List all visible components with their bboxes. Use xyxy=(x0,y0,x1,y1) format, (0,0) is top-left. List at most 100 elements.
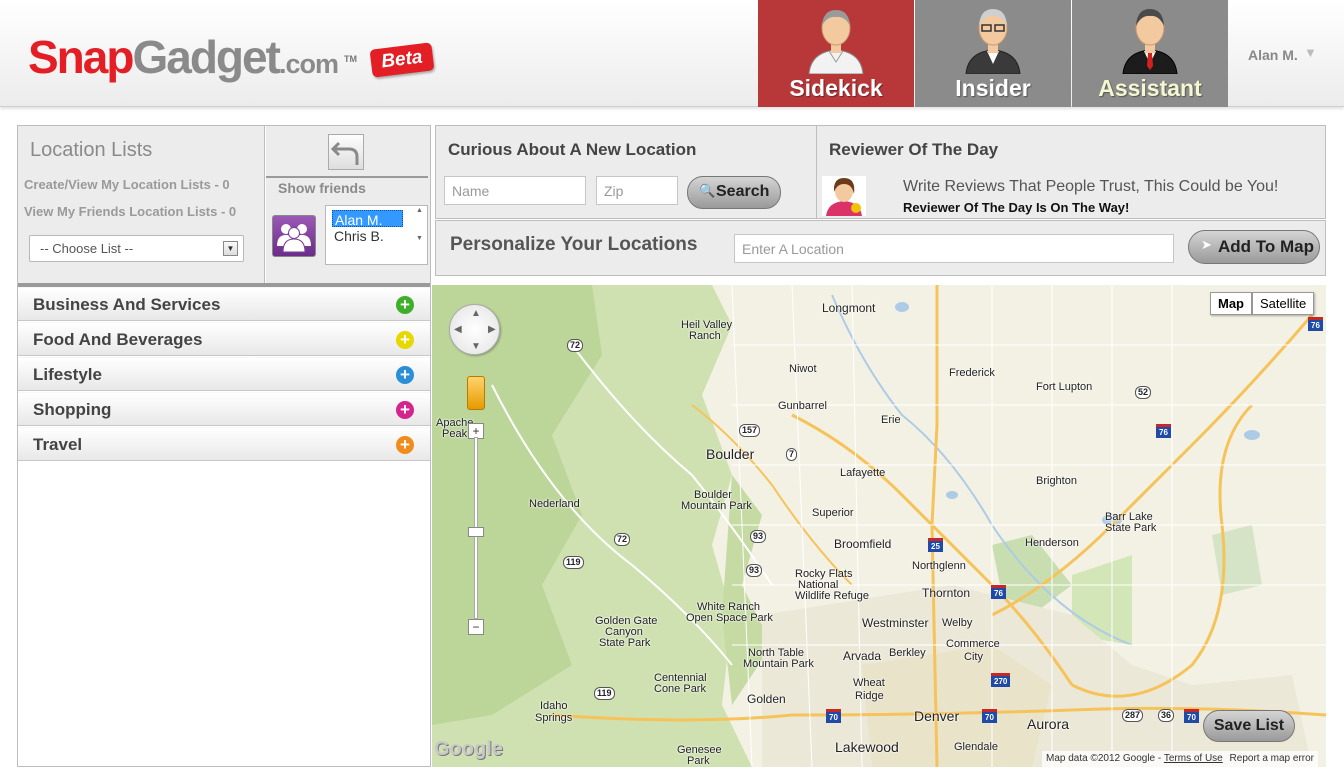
map-label: Commerce xyxy=(946,638,1000,650)
pan-up-icon[interactable]: ▲ xyxy=(471,308,481,319)
location-input[interactable]: Enter A Location xyxy=(734,234,1174,263)
map-label: Northglenn xyxy=(912,560,966,572)
map-label: Brighton xyxy=(1036,475,1077,487)
map-label: Denver xyxy=(914,708,960,724)
map-type-satellite-button[interactable]: Satellite xyxy=(1252,292,1315,315)
map-label: Mountain Park xyxy=(743,658,814,670)
map-label: Frederick xyxy=(949,367,995,379)
back-button[interactable] xyxy=(328,134,364,170)
highway-shield: 157 xyxy=(739,424,761,437)
map-label: Peak xyxy=(442,428,468,440)
plus-icon[interactable]: + xyxy=(396,366,414,384)
highway-shield: 119 xyxy=(594,687,615,700)
reviewer-subtext: Reviewer Of The Day Is On The Way! xyxy=(903,200,1130,215)
category-travel[interactable]: Travel + xyxy=(18,427,430,461)
highway-shield: 52 xyxy=(1135,386,1152,399)
add-to-map-label: Add To Map xyxy=(1218,237,1314,256)
map-label: Mountain Park xyxy=(681,500,752,512)
map-label: Lakewood xyxy=(835,739,899,755)
map-label: Ridge xyxy=(855,690,884,702)
map-label: Cone Park xyxy=(654,683,706,695)
map-label: Superior xyxy=(812,507,854,519)
map-view[interactable]: Longmont Heil Valley Ranch Niwot Frederi… xyxy=(432,285,1326,767)
tab-insider[interactable]: Insider xyxy=(915,0,1071,107)
plus-icon[interactable]: + xyxy=(396,401,414,419)
site-logo[interactable]: SnapGadget.com TM xyxy=(28,32,357,89)
name-input[interactable]: Name xyxy=(444,176,586,205)
map-label: Erie xyxy=(881,414,901,426)
zip-input[interactable]: Zip xyxy=(596,176,678,205)
plus-icon[interactable]: + xyxy=(396,331,414,349)
friends-group-icon[interactable] xyxy=(272,215,316,257)
category-business[interactable]: Business And Services + xyxy=(18,287,430,321)
map-label: Thornton xyxy=(922,586,971,600)
save-list-button[interactable]: Save List xyxy=(1203,710,1295,742)
terms-link[interactable]: Terms of Use xyxy=(1164,753,1223,764)
google-logo[interactable]: Google xyxy=(434,738,503,761)
search-icon: 🔍 xyxy=(699,183,716,198)
map-label: Wheat xyxy=(853,677,885,689)
search-button-label: Search xyxy=(716,183,770,200)
personalize-panel: Personalize Your Locations Enter A Locat… xyxy=(435,220,1326,276)
back-arrow-icon xyxy=(330,141,359,165)
tab-assistant-label: Assistant xyxy=(1098,75,1202,101)
reviewer-avatar xyxy=(822,176,866,216)
choose-list-value: -- Choose List -- xyxy=(40,241,134,256)
category-label: Food And Beverages xyxy=(33,330,203,349)
map-label: Lafayette xyxy=(840,467,886,479)
friend-item[interactable]: Alan M. xyxy=(332,210,403,228)
highway-shield: 119 xyxy=(563,556,584,569)
plus-icon[interactable]: + xyxy=(396,436,414,454)
street-view-pegman-icon[interactable] xyxy=(467,376,485,410)
curious-title: Curious About A New Location xyxy=(448,140,697,159)
attribution-text: Map data ©2012 Google xyxy=(1046,753,1156,764)
category-food[interactable]: Food And Beverages + xyxy=(18,322,430,356)
friend-item[interactable]: Chris B. xyxy=(326,227,427,244)
map-label: Arvada xyxy=(843,649,882,663)
report-error-link[interactable]: Report a map error xyxy=(1230,753,1314,764)
reviewer-message: Write Reviews That People Trust, This Co… xyxy=(903,178,1279,195)
map-label: Nederland xyxy=(529,498,580,510)
user-menu[interactable]: Alan M. ▼ xyxy=(1248,45,1317,63)
map-label: State Park xyxy=(1105,522,1157,534)
tab-assistant[interactable]: Assistant xyxy=(1072,0,1228,107)
map-label: Henderson xyxy=(1025,537,1079,549)
category-shopping[interactable]: Shopping + xyxy=(18,392,430,426)
search-button[interactable]: 🔍 Search xyxy=(687,176,781,209)
pan-control[interactable]: ▲ ▼ ◀ ▶ xyxy=(449,304,500,355)
listbox-scrollbar[interactable]: ▲ ▼ xyxy=(413,207,426,263)
interstate-shield: 76 xyxy=(1156,424,1171,438)
sidekick-avatar-icon xyxy=(808,10,864,74)
zoom-slider-handle[interactable] xyxy=(468,527,484,537)
map-label: Boulder xyxy=(706,446,755,462)
zoom-out-button[interactable]: − xyxy=(468,619,484,635)
friends-lists-link[interactable]: View My Friends Location Lists - 0 xyxy=(24,204,236,219)
pan-down-icon[interactable]: ▼ xyxy=(471,341,481,352)
people-icon xyxy=(277,224,311,253)
map-attribution: Map data ©2012 Google - Terms of Use Rep… xyxy=(1042,751,1319,767)
plus-icon[interactable]: + xyxy=(396,296,414,314)
map-type-map-button[interactable]: Map xyxy=(1210,292,1252,315)
divider xyxy=(266,176,428,178)
friends-listbox[interactable]: Alan M. Chris B. ▲ ▼ xyxy=(325,205,428,265)
highway-shield: 93 xyxy=(750,530,767,543)
map-label: Golden xyxy=(747,692,786,706)
map-label: Gunbarrel xyxy=(778,400,827,412)
map-label: Aurora xyxy=(1027,716,1070,732)
tab-sidekick[interactable]: Sidekick xyxy=(758,0,914,107)
create-view-lists-link[interactable]: Create/View My Location Lists - 0 xyxy=(24,177,230,192)
interstate-shield: 270 xyxy=(991,673,1011,687)
category-lifestyle[interactable]: Lifestyle + xyxy=(18,357,430,391)
pan-right-icon[interactable]: ▶ xyxy=(488,324,496,335)
curious-panel: Curious About A New Location Name Zip 🔍 … xyxy=(435,125,817,219)
pan-left-icon[interactable]: ◀ xyxy=(454,324,462,335)
location-lists-panel: Location Lists Create/View My Location L… xyxy=(18,126,265,283)
show-friends-label: Show friends xyxy=(278,180,366,196)
map-label: Idaho xyxy=(540,700,568,712)
add-to-map-button[interactable]: ➤ Add To Map xyxy=(1188,230,1320,264)
dropdown-arrow-icon: ▼ xyxy=(223,241,238,256)
tab-insider-label: Insider xyxy=(955,75,1031,101)
interstate-shield: 70 xyxy=(982,709,997,723)
choose-list-select[interactable]: -- Choose List -- ▼ xyxy=(29,235,244,262)
reviewer-title: Reviewer Of The Day xyxy=(829,140,999,159)
